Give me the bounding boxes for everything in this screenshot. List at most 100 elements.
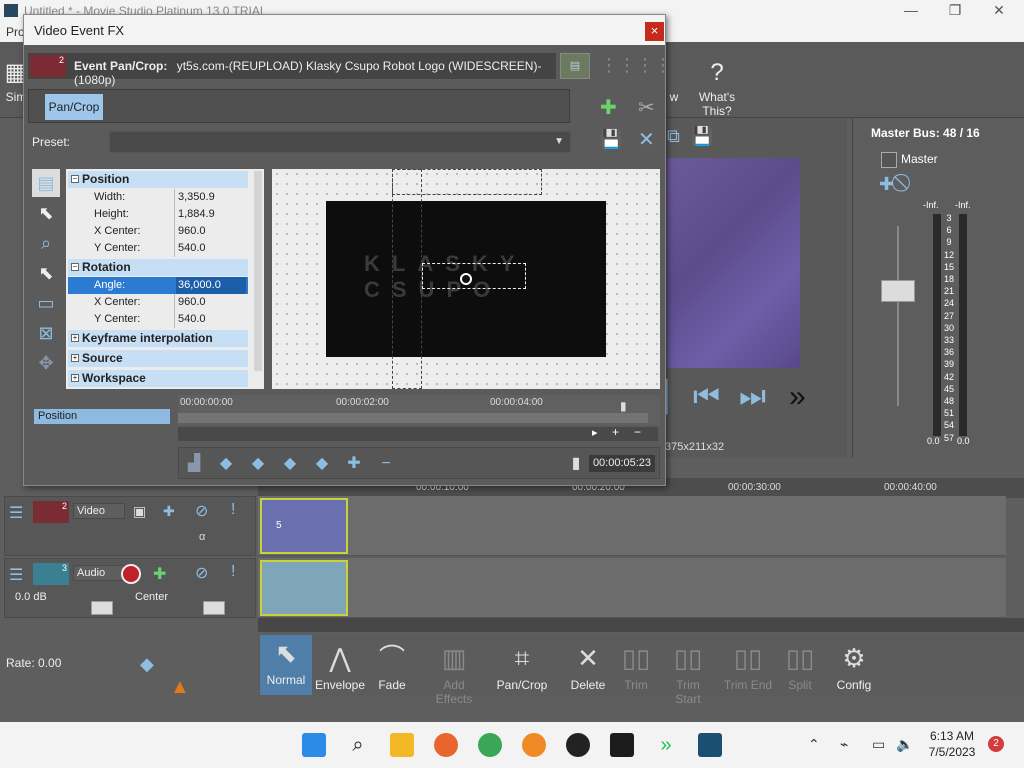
keyframe-timeline[interactable]: 00:00:00:00 00:00:02:00 00:00:04:00 ▮ [178, 395, 660, 425]
mute-track-icon[interactable]: ⊘ [195, 563, 208, 583]
expand-icon[interactable]: + [71, 374, 79, 382]
copy-snapshot-icon[interactable]: ⧉ [667, 126, 693, 152]
play-bar-icon[interactable]: ▏ [665, 380, 688, 415]
crop-box-left[interactable] [392, 169, 422, 389]
volume-icon[interactable]: 🔈 [896, 736, 913, 753]
move-edit-icon[interactable]: ⬉ [32, 259, 60, 287]
timeline-scrollbar[interactable] [258, 618, 1024, 632]
trim-start-button[interactable]: ▯▯ Trim Start [662, 640, 714, 706]
add-keyframe-icon[interactable]: ✚ [345, 455, 363, 473]
keyframe-interpolation-section[interactable]: + Keyframe interpolation [68, 330, 248, 347]
fade-button[interactable]: ⌒ Fade [366, 640, 418, 692]
add-plugin-icon[interactable]: ✚ [600, 95, 617, 120]
delete-preset-icon[interactable]: ✕ [638, 127, 655, 152]
menu-project[interactable]: Pro [6, 25, 25, 39]
prop-value[interactable]: 960.0 [178, 296, 206, 308]
speed-marker-icon[interactable]: ▲ [170, 676, 190, 699]
move-freely-icon[interactable]: ✥ [32, 349, 60, 377]
record-app-icon[interactable] [566, 733, 590, 757]
terminal-icon[interactable] [610, 733, 634, 757]
compositing-icon[interactable]: ▣ [133, 503, 146, 520]
audio-track-lane[interactable] [258, 558, 1006, 618]
source-section[interactable]: + Source [68, 350, 248, 367]
prop-width[interactable]: Width: 3,350.9 [68, 189, 248, 206]
start-icon[interactable] [302, 733, 326, 757]
file-explorer-icon[interactable] [390, 733, 414, 757]
zoom-icon[interactable]: ⌕ [32, 229, 60, 257]
prop-x-center[interactable]: X Center: 960.0 [68, 223, 248, 240]
trim-end-button[interactable]: ▯▯ Trim End [722, 640, 774, 692]
video-track-header[interactable]: ☰ 2 Video ▣ ✚ ⊘ ! α [4, 496, 256, 556]
prop-value[interactable]: 540.0 [178, 313, 206, 325]
movie-studio-icon[interactable] [698, 733, 722, 757]
prop-value[interactable]: 540.0 [178, 242, 206, 254]
solo-icon[interactable]: ! [231, 501, 235, 519]
expand-icon[interactable]: + [71, 334, 79, 342]
alpha-icon[interactable]: α [199, 531, 205, 543]
remove-plugin-icon[interactable]: ✂ [638, 95, 655, 120]
rate-slider-icon[interactable]: ◆ [140, 654, 154, 675]
scroll-right-icon[interactable]: ▸ [592, 426, 598, 439]
system-clock[interactable]: 6:13 AM 7/5/2023 [920, 728, 984, 760]
cursor-marker-icon[interactable]: ▮ [620, 399, 627, 413]
keyframe-time[interactable]: 00:00:05:23 [589, 455, 655, 472]
lock-aspect-icon[interactable]: ▭ [32, 289, 60, 317]
crop-box-center[interactable] [422, 263, 526, 289]
fast-forward-icon[interactable]: » [789, 380, 806, 414]
normal-edit-icon[interactable]: ⬉ [32, 199, 60, 227]
trim-button[interactable]: ▯▯ Trim [610, 640, 662, 692]
expand-icon[interactable]: + [71, 354, 79, 362]
keyframe-scrollbar[interactable]: ▸ + − [178, 425, 658, 441]
whats-this-button[interactable]: ? What's This? [684, 60, 750, 119]
normal-tool-button[interactable]: ⬉ Normal [260, 635, 312, 695]
properties-scrollbar[interactable] [254, 171, 262, 371]
audio-clip[interactable] [260, 560, 348, 616]
video-track-lane[interactable]: 5 [258, 496, 1006, 556]
pan-crop-chain-button[interactable]: Pan/Crop [45, 94, 103, 120]
previous-frame-icon[interactable]: ⏮ [693, 380, 720, 414]
volume-slider[interactable] [91, 601, 113, 615]
zoom-out-icon[interactable]: − [634, 425, 641, 439]
delete-button[interactable]: ✕ Delete [562, 640, 614, 692]
master-fader[interactable] [881, 280, 915, 302]
rotation-section[interactable]: − Rotation [68, 259, 248, 276]
save-snapshot-icon[interactable]: 💾 [691, 126, 717, 152]
save-preset-icon[interactable]: 💾 [600, 129, 622, 150]
master-checkbox[interactable] [881, 152, 897, 168]
audio-track-name[interactable]: Audio [73, 565, 125, 581]
pan-crop-canvas[interactable]: KLASKY CSUPO [272, 169, 660, 389]
rotation-center-handle[interactable] [460, 273, 472, 285]
keyframe-track-label[interactable]: Position [34, 409, 170, 424]
workspace-section[interactable]: + Workspace [68, 370, 248, 387]
prop-rot-y-center[interactable]: Y Center: 540.0 [68, 311, 248, 328]
sync-cursor-icon[interactable]: ▟ [185, 455, 203, 473]
video-track-name[interactable]: Video [73, 503, 125, 519]
audio-track-header[interactable]: ☰ 3 Audio ✚ ⊘ ! 0.0 dB Center [4, 558, 256, 618]
add-effects-button[interactable]: ▥ Add Effects [428, 640, 480, 706]
prop-y-center[interactable]: Y Center: 540.0 [68, 240, 248, 257]
chrome-icon[interactable] [478, 733, 502, 757]
solo-icon[interactable]: ! [231, 563, 235, 581]
track-expand-icon[interactable]: ☰ [9, 565, 29, 585]
playhead-icon[interactable]: ▮ [567, 455, 585, 473]
preset-dropdown[interactable]: ▼ [109, 131, 571, 153]
prop-value[interactable]: 1,884.9 [178, 208, 215, 220]
restore-icon[interactable]: ❐ [940, 2, 970, 19]
envelope-tool-button[interactable]: ⋀ Envelope [314, 640, 366, 692]
bus-fx-icon[interactable]: ✚ [879, 174, 894, 195]
search-icon[interactable]: ⌕ [346, 733, 370, 757]
next-frame-icon[interactable]: ⏭ [739, 380, 766, 414]
close-icon[interactable]: ✕ [984, 2, 1014, 19]
track-fx-icon[interactable]: ✚ [153, 564, 166, 584]
prop-value[interactable]: 3,350.9 [178, 191, 215, 203]
mute-track-icon[interactable]: ⊘ [195, 501, 208, 521]
last-keyframe-icon[interactable]: ◆ [313, 455, 331, 473]
split-button[interactable]: ▯▯ Split [774, 640, 826, 692]
prop-angle[interactable]: Angle: 36,000.0 [68, 277, 248, 294]
chain-grid-icon[interactable]: ⋮⋮ [636, 55, 672, 76]
fast-forward-app-icon[interactable]: » [654, 733, 678, 757]
chevron-up-icon[interactable]: ⌃ [808, 736, 820, 753]
minimize-icon[interactable]: — [896, 2, 926, 18]
previous-keyframe-icon[interactable]: ◆ [249, 455, 267, 473]
track-fx-icon[interactable]: ✚ [163, 503, 175, 520]
